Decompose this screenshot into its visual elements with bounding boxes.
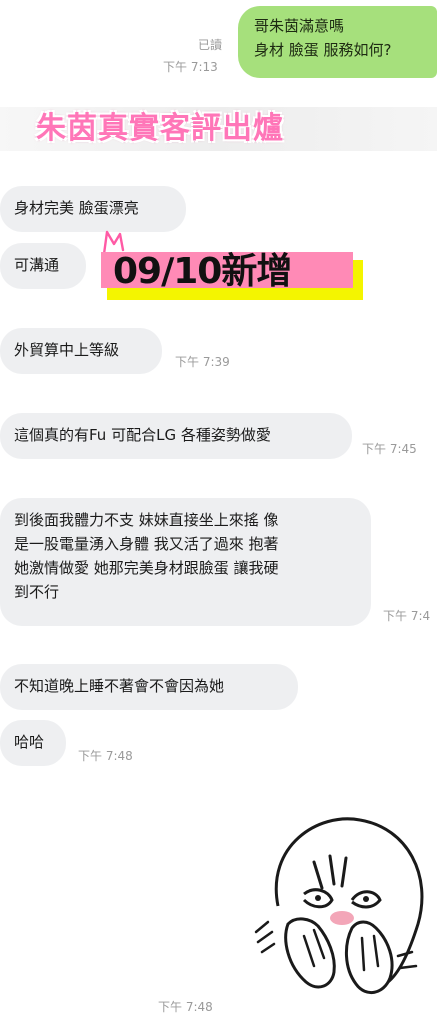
message-timestamp: 下午 7:48 (78, 749, 133, 763)
message-text: 外貿算中上等級 (14, 341, 120, 359)
message-text-line: 到不行 (14, 583, 60, 601)
message-text-line: 她激情做愛 她那完美身材跟臉蛋 讓我硬 (14, 559, 279, 577)
incoming-message-bubble[interactable]: 不知道晚上睡不著會不會因為她 (0, 664, 298, 710)
message-text: 不知道晚上睡不著會不會因為她 (14, 677, 225, 695)
message-text: 這個真的有Fu 可配合LG 各種姿勢做愛 (14, 426, 271, 444)
message-text: 身材完美 臉蛋漂亮 (14, 199, 139, 217)
message-timestamp: 下午 7:39 (175, 355, 230, 369)
incoming-message-bubble[interactable]: 到後面我體力不支 妹妹直接坐上來搖 像 是一股電量湧入身體 我又活了過來 抱著 … (0, 498, 371, 626)
new-update-badge: 09/10新增 (101, 244, 366, 304)
incoming-message-bubble[interactable]: 哈哈 (0, 720, 66, 766)
sticker-timestamp: 下午 7:48 (158, 1000, 213, 1014)
outgoing-message-line: 身材 臉蛋 服務如何? (254, 41, 392, 59)
banner-title: 朱茵真實客評出爐 (36, 111, 284, 146)
shy-face-sticker[interactable] (248, 806, 430, 1006)
outgoing-timestamp: 下午 7:13 (163, 60, 218, 74)
message-text-line: 到後面我體力不支 妹妹直接坐上來搖 像 (14, 511, 279, 529)
incoming-message-bubble[interactable]: 外貿算中上等級 (0, 328, 162, 374)
badge-text: 09/10新增 (113, 251, 292, 292)
message-timestamp: 下午 7:4 (383, 609, 431, 623)
message-timestamp: 下午 7:45 (362, 442, 417, 456)
read-receipt: 已讀 (198, 38, 223, 52)
outgoing-message-line: 哥朱茵滿意嗎 (254, 17, 345, 35)
message-text-line: 是一股電量湧入身體 我又活了過來 抱著 (14, 535, 279, 553)
message-text: 可溝通 (14, 256, 60, 274)
incoming-message-bubble[interactable]: 可溝通 (0, 243, 86, 289)
outgoing-message-bubble[interactable]: 哥朱茵滿意嗎 身材 臉蛋 服務如何? (238, 6, 437, 78)
incoming-message-bubble[interactable]: 身材完美 臉蛋漂亮 (0, 186, 186, 232)
incoming-message-bubble[interactable]: 這個真的有Fu 可配合LG 各種姿勢做愛 (0, 413, 352, 459)
message-text: 哈哈 (14, 733, 45, 751)
